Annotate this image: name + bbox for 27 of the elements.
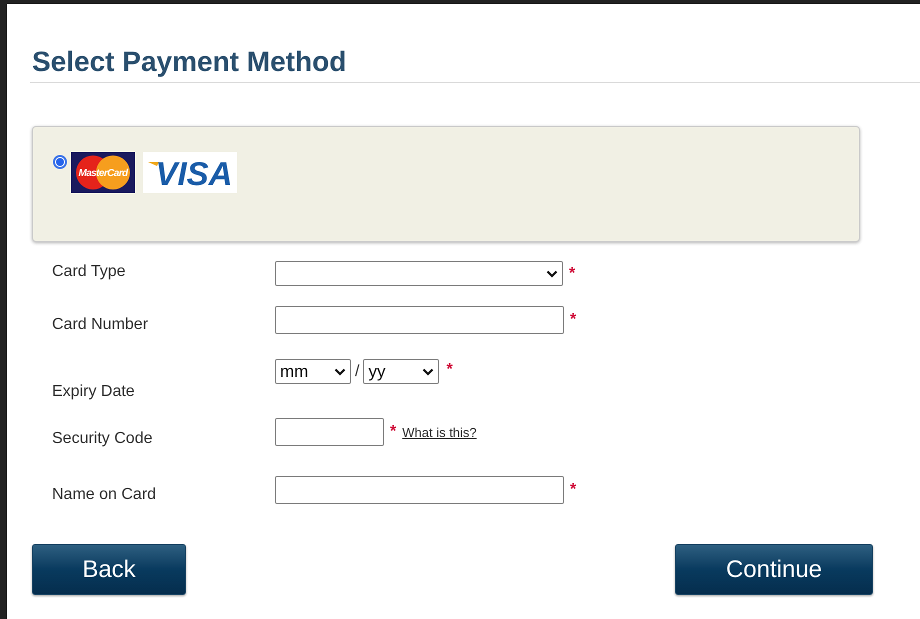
field-label: Card Number (52, 315, 150, 335)
required-mark: * (446, 362, 453, 378)
field-label: Security Code (52, 429, 154, 449)
required-mark: * (570, 482, 576, 498)
date-separator: / (355, 362, 360, 382)
back-button[interactable]: Back (32, 544, 186, 595)
card-type-dropdown[interactable] (275, 261, 563, 286)
caret-icon (546, 270, 558, 278)
input-field[interactable] (275, 306, 564, 334)
field-label: Expiry Date (52, 382, 136, 402)
mastercard-logo: MasterCard (71, 152, 135, 193)
required-mark: * (569, 266, 576, 282)
radio-button[interactable] (53, 155, 67, 169)
field-label: Card Type (52, 262, 127, 282)
input-field[interactable] (275, 418, 384, 446)
caret-icon (422, 368, 434, 376)
required-mark: * (390, 424, 396, 440)
continue-button[interactable]: Continue (675, 544, 873, 595)
input-field[interactable] (275, 476, 564, 504)
help-link[interactable]: What is this? (402, 423, 477, 443)
page-title: Select Payment Method (32, 45, 346, 79)
visa-logo: VISA (143, 152, 237, 193)
field-label: Name on Card (52, 485, 158, 505)
required-mark: * (570, 312, 576, 328)
month-dropdown[interactable]: mm (275, 359, 351, 384)
year-dropdown[interactable]: yy (363, 359, 440, 384)
caret-icon (334, 368, 346, 376)
